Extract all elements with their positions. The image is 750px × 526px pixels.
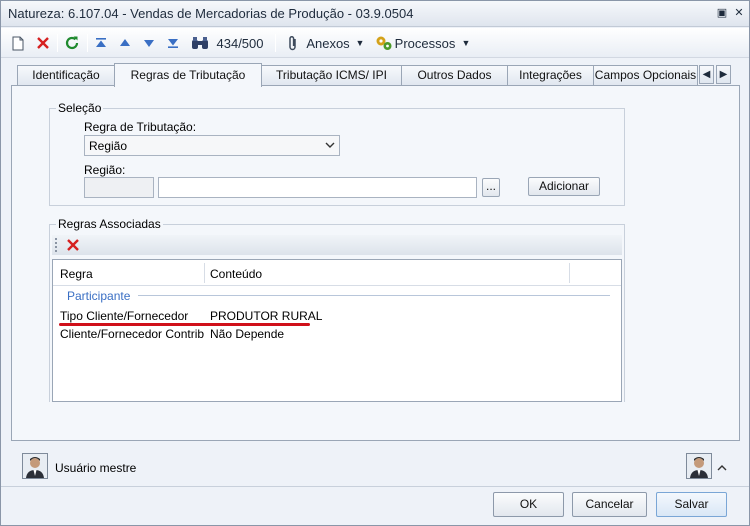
column-divider[interactable] (204, 263, 205, 283)
restore-icon[interactable]: ▣ (716, 7, 728, 19)
column-header-conteudo[interactable]: Conteúdo (210, 267, 262, 281)
conteudo-cell: Não Depende (210, 327, 285, 341)
regra-cell: Tipo Cliente/Fornecedor (60, 309, 189, 323)
regra-tributacao-value: Região (89, 139, 128, 153)
footer-divider (1, 486, 749, 487)
toolbar: 434/500 Anexos ▼ Processos ▼ (1, 28, 749, 58)
ok-button[interactable]: OK (493, 492, 564, 517)
avatar (22, 453, 48, 479)
selecao-group: Seleção Regra de Tributação: Região Regi… (49, 101, 625, 206)
conteudo-cell: PRODUTOR RURAL (210, 309, 323, 323)
toolbar-separator (87, 34, 88, 52)
grid-header: Regra Conteúdo (53, 260, 621, 286)
tab-scroll-left-icon[interactable]: ◀ (699, 65, 714, 84)
table-row[interactable]: Tipo Cliente/Fornecedor PRODUTOR RURAL (53, 307, 621, 324)
tab-identificacao[interactable]: Identificação (17, 65, 115, 86)
regra-tributacao-select[interactable]: Região (84, 135, 340, 156)
table-row[interactable]: Cliente/Fornecedor Contrib... Não Depend… (53, 325, 621, 342)
regiao-code-field[interactable] (84, 177, 154, 198)
adicionar-button[interactable]: Adicionar (528, 177, 600, 196)
group-row-participante[interactable]: Participante (67, 289, 130, 303)
selecao-group-label: Seleção (56, 101, 104, 115)
status-bar: Usuário mestre (1, 447, 749, 487)
regiao-browse-button[interactable]: ... (482, 178, 500, 197)
processos-menu-label[interactable]: Processos (395, 32, 456, 54)
regiao-label: Região: (84, 163, 126, 177)
next-record-icon[interactable] (139, 32, 159, 54)
save-button[interactable]: Salvar (656, 492, 727, 517)
tab-panel: Seleção Regra de Tributação: Região Regi… (11, 85, 740, 441)
regra-tributacao-label: Regra de Tributação: (84, 120, 197, 134)
toolbar-grip-icon (55, 238, 58, 252)
column-divider[interactable] (569, 263, 570, 283)
toolbar-separator (57, 34, 58, 52)
window-title: Natureza: 6.107.04 - Vendas de Mercadori… (8, 6, 414, 21)
tab-scroll-right-icon[interactable]: ▶ (716, 65, 731, 84)
tab-tributacao-icms-ipi[interactable]: Tributação ICMS/ IPI (261, 65, 402, 86)
toolbar-separator (275, 34, 276, 52)
tab-integracoes[interactable]: Integrações (507, 65, 594, 86)
new-document-icon[interactable] (9, 32, 27, 54)
record-counter: 434/500 (216, 35, 264, 51)
regiao-description-field[interactable] (158, 177, 477, 198)
paperclip-icon[interactable] (282, 32, 304, 54)
dialog-window: Natureza: 6.107.04 - Vendas de Mercadori… (0, 0, 750, 526)
regras-grid: Regra Conteúdo Participante Tipo Cliente… (52, 259, 622, 402)
binoculars-icon[interactable] (189, 32, 211, 54)
current-user-label: Usuário mestre (55, 461, 137, 475)
tab-regras-de-tributacao[interactable]: Regras de Tributação (114, 63, 262, 87)
regras-associadas-group-label: Regras Associadas (56, 217, 163, 231)
group-divider (138, 295, 610, 296)
tab-campos-opcionais[interactable]: Campos Opcionais (593, 65, 698, 86)
tab-strip: Identificação Regras de Tributação Tribu… (11, 63, 741, 87)
tab-outros-dados[interactable]: Outros Dados (401, 65, 508, 86)
delete-icon[interactable] (33, 32, 53, 54)
avatar[interactable] (686, 453, 712, 479)
first-record-icon[interactable] (91, 32, 111, 54)
user-menu-chevron-icon[interactable] (717, 461, 727, 475)
title-bar: Natureza: 6.107.04 - Vendas de Mercadori… (1, 1, 749, 27)
regras-toolbar (52, 235, 622, 255)
chevron-down-icon[interactable]: ▼ (353, 32, 367, 54)
close-window-icon[interactable]: ✕ (733, 7, 745, 19)
column-header-regra[interactable]: Regra (60, 267, 93, 281)
last-record-icon[interactable] (163, 32, 183, 54)
anexos-menu-label[interactable]: Anexos (305, 32, 351, 54)
chevron-down-icon[interactable]: ▼ (459, 32, 473, 54)
refresh-icon[interactable] (61, 32, 83, 54)
previous-record-icon[interactable] (115, 32, 135, 54)
cancel-button[interactable]: Cancelar (572, 492, 647, 517)
chevron-down-icon (325, 138, 335, 155)
remove-rule-icon[interactable] (66, 238, 80, 255)
regra-cell: Cliente/Fornecedor Contrib... (60, 327, 204, 341)
gears-icon[interactable] (374, 32, 394, 54)
